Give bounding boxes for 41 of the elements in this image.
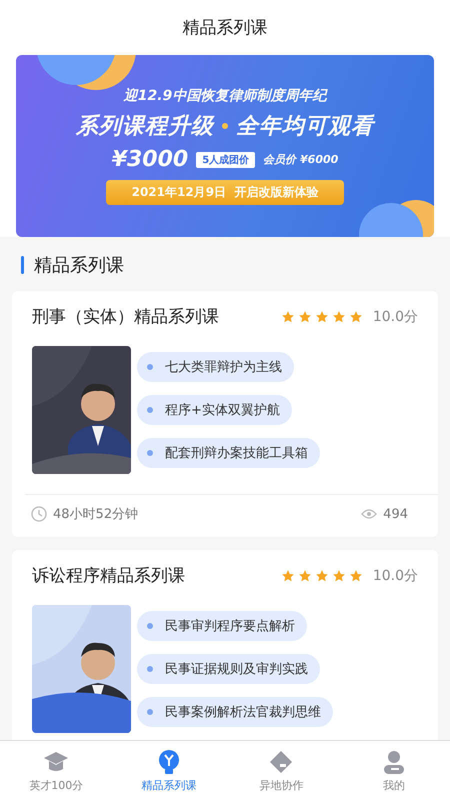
course-highlight: 民事证据规则及审判实践 <box>137 654 320 684</box>
course-highlight: 七大类罪辩护为主线 <box>137 352 294 382</box>
page-title: 精品系列课 <box>182 17 268 39</box>
section-title: 精品系列课 <box>34 254 124 277</box>
group-price-tag: 5人成团价 <box>196 152 256 168</box>
course-score: 10.0分 <box>372 308 418 326</box>
course-card[interactable]: 诉讼程序精品系列课 10.0分 民事审判程序要点解析 民事证据规则及审判实践 民事案例解析法官裁判思维 <box>12 550 438 740</box>
course-highlight: 程序+实体双翼护航 <box>137 395 292 425</box>
tab-item[interactable]: 我的 <box>338 741 450 800</box>
star-icon <box>332 568 346 582</box>
course-title: 诉讼程序精品系列课 <box>32 565 185 587</box>
course-duration: 48小时52分钟 <box>53 506 138 523</box>
date-ribbon: 2021年12月9日 开启改版新体验 <box>106 180 344 205</box>
course-score: 10.0分 <box>372 566 418 584</box>
member-price: 会员价 ¥6000 <box>263 152 338 167</box>
eye-icon <box>361 508 378 520</box>
tag-icon <box>268 748 294 774</box>
course-highlight: 配套刑辩办案技能工具箱 <box>137 438 320 468</box>
star-icon <box>280 310 295 324</box>
star-icon <box>314 310 329 324</box>
banner-price: ¥3000 <box>112 147 188 172</box>
banner-slogan: 系列课程升级 <box>76 113 214 141</box>
course-highlight: 民事审判程序要点解析 <box>137 611 307 641</box>
course-highlight: 民事案例解析法官裁判思维 <box>137 697 333 727</box>
banner-headline: 迎12.9中国恢复律师制度周年纪 <box>124 87 326 105</box>
tab-item[interactable]: 英才100分 <box>0 741 112 800</box>
star-icon <box>298 568 312 582</box>
clock-icon <box>31 506 47 522</box>
star-icon <box>298 310 312 324</box>
star-icon <box>348 568 363 582</box>
star-icon <box>314 568 329 582</box>
star-icon <box>332 310 346 324</box>
course-title: 刑事（实体）精品系列课 <box>32 306 219 328</box>
course-card[interactable]: 刑事（实体）精品系列课 10.0分 七大类罪辩护为主线 程序+实体双翼护航 配套刑辩办案技能工具箱 48小时52分钟 494 <box>12 291 438 537</box>
star-icon <box>280 568 295 582</box>
promo-banner[interactable]: 迎12.9中国恢复律师制度周年纪 系列课程升级 全年均可观看 ¥3000 5人成团价 会员价 ¥6000 2021年12月9日 开启改版新体验 <box>16 55 434 237</box>
star-icon <box>348 310 363 324</box>
banner-slogan: 全年均可观看 <box>236 113 374 141</box>
view-count: 494 <box>383 506 408 522</box>
tab-item[interactable]: 精品系列课 <box>112 741 225 800</box>
tab-item[interactable]: 异地协作 <box>225 741 338 800</box>
